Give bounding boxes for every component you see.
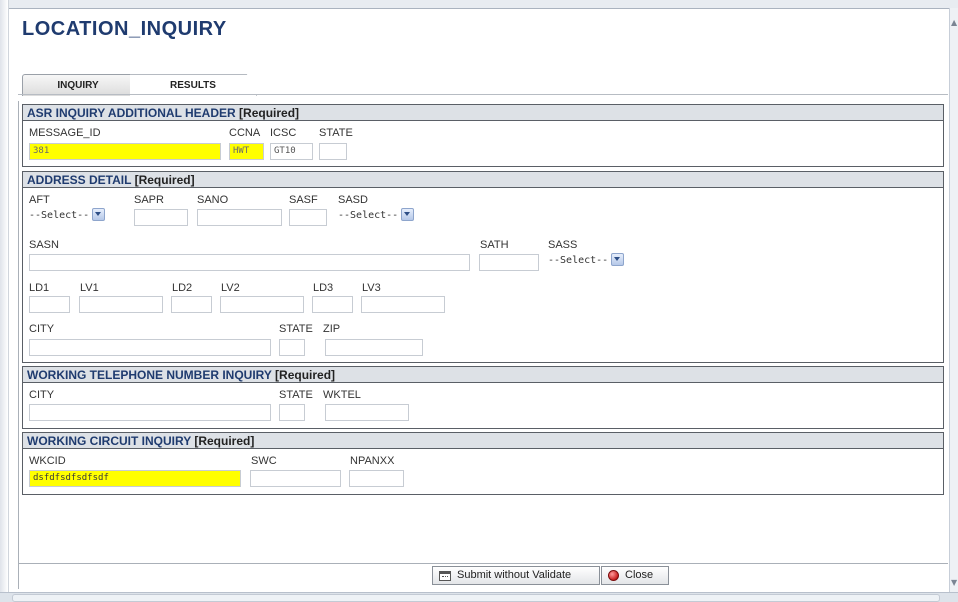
sasn-label: SASN <box>29 239 59 251</box>
section-header-address: ADDRESS DETAIL [Required] <box>22 171 944 188</box>
lv1-field[interactable] <box>79 296 163 313</box>
required-marker: [Required] <box>275 368 336 382</box>
submit-button-label: Submit without Validate <box>457 569 572 581</box>
city-field[interactable] <box>29 339 271 356</box>
sasd-label: SASD <box>338 194 368 206</box>
required-marker: [Required] <box>194 434 255 448</box>
aft-label: AFT <box>29 194 50 206</box>
city-label: CITY <box>29 323 55 335</box>
section-header-asr: ASR INQUIRY ADDITIONAL HEADER [Required] <box>22 104 944 121</box>
ld2-label: LD2 <box>172 282 193 294</box>
section-body-circuit: WKCID dsfdfsdfsdfsdf SWC NPANXX <box>22 449 944 495</box>
sasf-field[interactable] <box>289 209 327 226</box>
sass-label: SASS <box>548 239 578 251</box>
lv2-field[interactable] <box>220 296 304 313</box>
sasd-select-value: --Select-- <box>338 210 399 221</box>
section-title: WORKING TELEPHONE NUMBER INQUIRY <box>27 368 272 382</box>
ccna-field[interactable]: HWT <box>229 143 264 160</box>
city-field[interactable] <box>29 404 271 421</box>
zip-label: ZIP <box>323 323 341 335</box>
submit-without-validate-button[interactable]: Submit without Validate <box>432 566 600 585</box>
window-left-edge <box>0 0 9 602</box>
ccna-label: CCNA <box>229 127 261 139</box>
sasd-select[interactable]: --Select-- <box>338 207 415 224</box>
sass-select[interactable]: --Select-- <box>548 252 625 269</box>
horizontal-scrollbar[interactable] <box>0 592 958 602</box>
tab-results[interactable]: RESULTS <box>130 74 257 96</box>
sapr-label: SAPR <box>134 194 164 206</box>
wktel-label: WKTEL <box>323 389 361 401</box>
required-marker: [Required] <box>134 173 195 187</box>
lv1-label: LV1 <box>80 282 99 294</box>
scrollbar-thumb[interactable] <box>12 594 940 602</box>
section-body-address: AFT --Select-- SAPR SANO SASF SASD --Sel… <box>22 188 944 363</box>
message-id-field[interactable]: 381 <box>29 143 221 160</box>
sasn-field[interactable] <box>29 254 470 271</box>
sath-label: SATH <box>480 239 509 251</box>
section-title: ASR INQUIRY ADDITIONAL HEADER <box>27 106 236 120</box>
required-marker: [Required] <box>239 106 300 120</box>
wkcid-label: WKCID <box>29 455 66 467</box>
state-label: STATE <box>279 323 313 335</box>
section-title: ADDRESS DETAIL <box>27 173 132 187</box>
sass-select-value: --Select-- <box>548 255 609 266</box>
message-id-label: MESSAGE_ID <box>29 127 101 139</box>
ld3-field[interactable] <box>312 296 353 313</box>
swc-field[interactable] <box>250 470 341 487</box>
state-label: STATE <box>319 127 353 139</box>
icsc-label: ICSC <box>270 127 297 139</box>
wktel-field[interactable] <box>325 404 409 421</box>
ld1-label: LD1 <box>29 282 50 294</box>
tab-underline <box>18 94 948 95</box>
zip-field[interactable] <box>325 339 423 356</box>
vertical-scrollbar[interactable]: ▲ ▼ <box>949 8 958 593</box>
window-top-edge <box>0 0 958 9</box>
aft-select-value: --Select-- <box>29 210 90 221</box>
sath-field[interactable] <box>479 254 539 271</box>
state-field[interactable] <box>279 404 305 421</box>
scroll-down-icon[interactable]: ▼ <box>951 578 957 587</box>
sano-field[interactable] <box>197 209 282 226</box>
icsc-field[interactable]: GT10 <box>270 143 313 160</box>
state-label: STATE <box>279 389 313 401</box>
npanxx-label: NPANXX <box>350 455 395 467</box>
city-label: CITY <box>29 389 55 401</box>
section-header-circuit: WORKING CIRCUIT INQUIRY [Required] <box>22 432 944 449</box>
chevron-down-icon[interactable] <box>92 207 106 221</box>
ld3-label: LD3 <box>313 282 334 294</box>
wkcid-field[interactable]: dsfdfsdfsdfsdf <box>29 470 241 487</box>
close-button[interactable]: Close <box>601 566 669 585</box>
calendar-icon <box>439 570 451 581</box>
section-body-asr: MESSAGE_ID 381 CCNA HWT ICSC GT10 STATE <box>22 121 944 167</box>
lv3-field[interactable] <box>361 296 445 313</box>
state-field[interactable] <box>319 143 347 160</box>
npanxx-field[interactable] <box>349 470 404 487</box>
lv3-label: LV3 <box>362 282 381 294</box>
lv2-label: LV2 <box>221 282 240 294</box>
section-body-wtn: CITY STATE WKTEL <box>22 383 944 429</box>
red-circle-icon <box>608 570 619 581</box>
section-header-wtn: WORKING TELEPHONE NUMBER INQUIRY [Requir… <box>22 366 944 383</box>
tab-inquiry[interactable]: INQUIRY <box>22 74 134 96</box>
page-title: LOCATION_INQUIRY <box>22 18 227 40</box>
swc-label: SWC <box>251 455 277 467</box>
close-button-label: Close <box>625 569 654 581</box>
state-field[interactable] <box>279 339 305 356</box>
sano-label: SANO <box>197 194 229 206</box>
ld1-field[interactable] <box>29 296 70 313</box>
aft-select[interactable]: --Select-- <box>29 207 106 224</box>
section-title: WORKING CIRCUIT INQUIRY <box>27 434 191 448</box>
chevron-down-icon[interactable] <box>611 252 625 266</box>
sapr-field[interactable] <box>134 209 188 226</box>
chevron-down-icon[interactable] <box>401 207 415 221</box>
browser-window: LOCATION_INQUIRY INQUIRY RESULTS ASR INQ… <box>0 0 958 602</box>
sasf-label: SASF <box>289 194 318 206</box>
scroll-up-icon[interactable]: ▲ <box>951 18 957 27</box>
ld2-field[interactable] <box>171 296 212 313</box>
